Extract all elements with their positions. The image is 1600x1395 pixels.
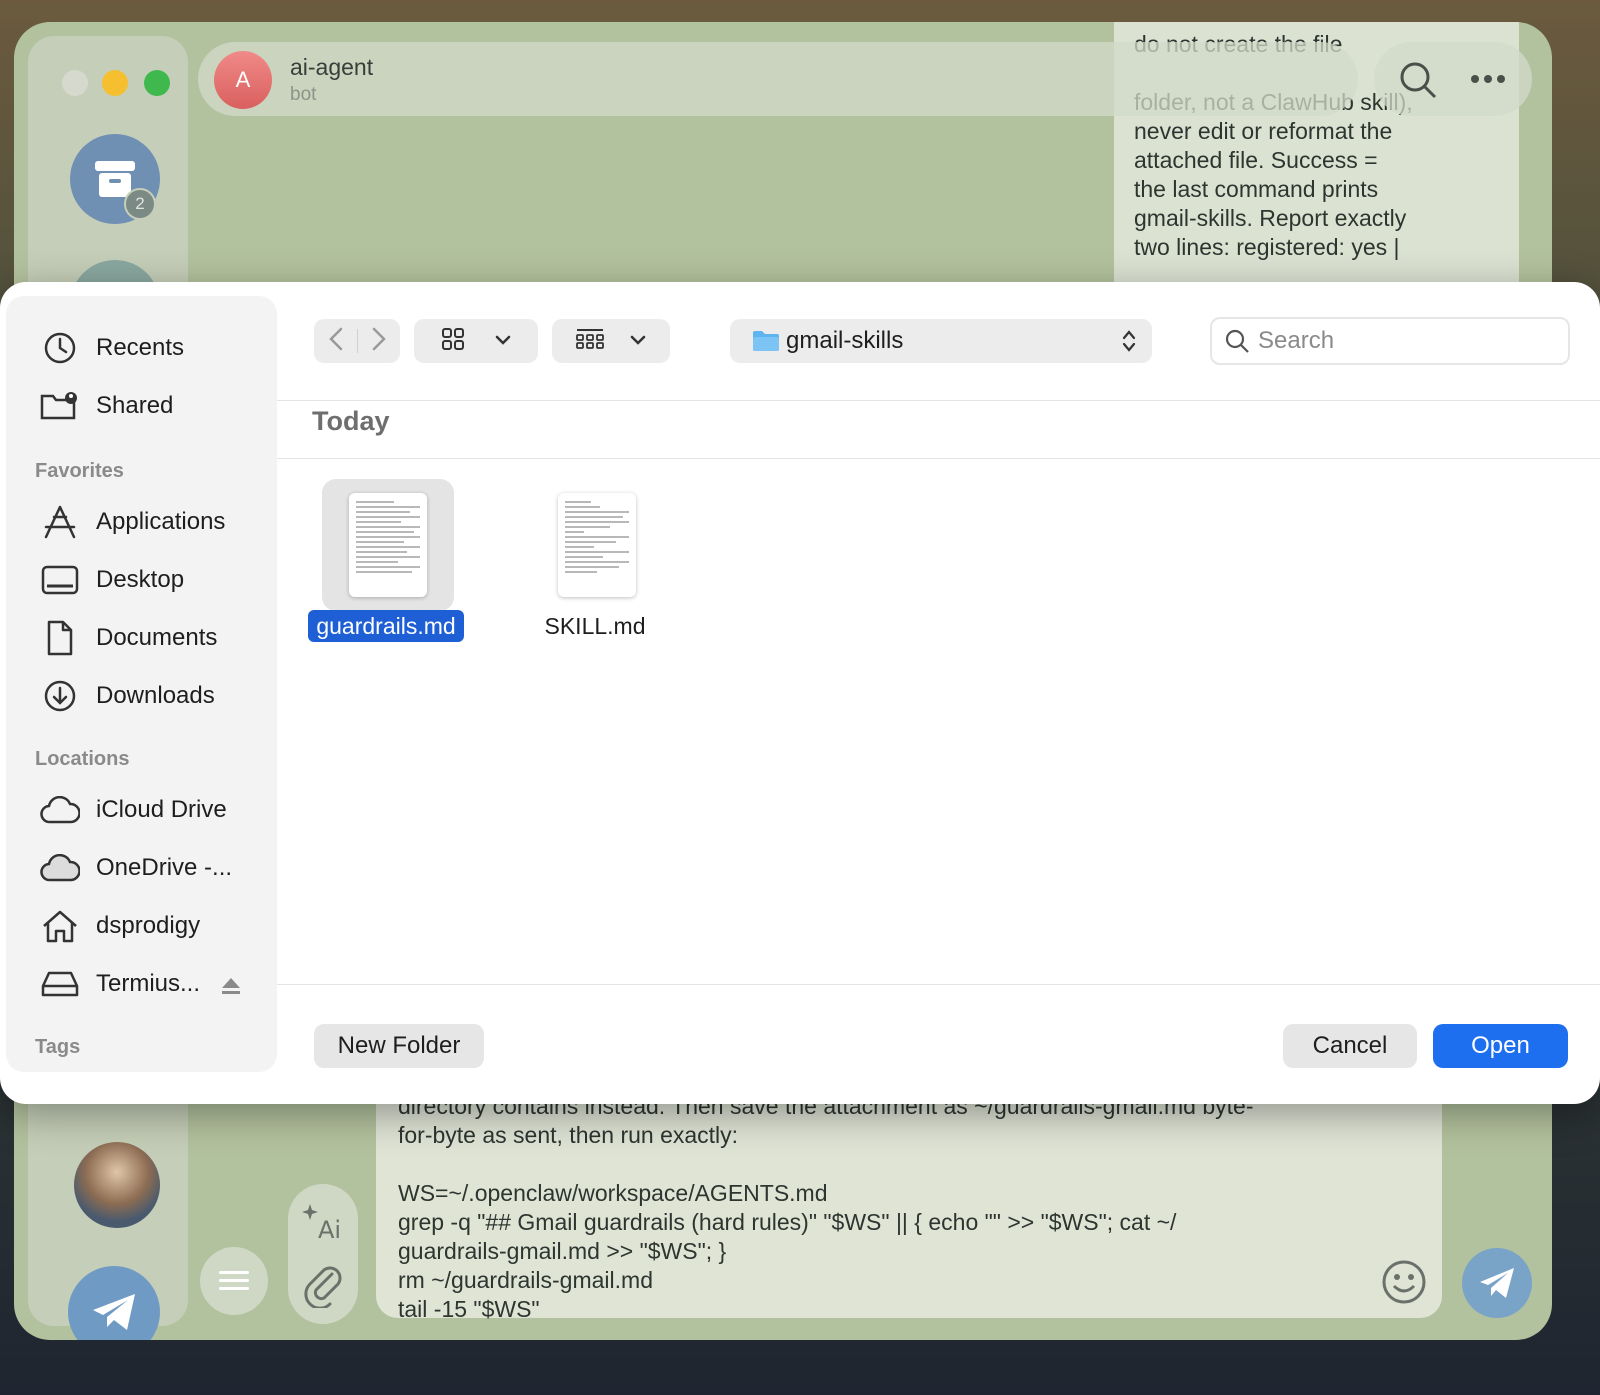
eject-icon[interactable] (221, 974, 241, 1002)
composer-tools: Ai (288, 1184, 358, 1324)
sidebar-item-label: Recents (96, 334, 185, 361)
view-mode-button[interactable] (414, 319, 538, 363)
attach-icon[interactable] (304, 1264, 344, 1313)
search-icon (1224, 328, 1250, 354)
sidebar-item-shared[interactable]: Shared (6, 378, 277, 434)
file-thumbnail (531, 479, 663, 611)
sidebar-item-applications[interactable]: Applications (6, 494, 277, 550)
sidebar-item-recents[interactable]: Recents (6, 320, 277, 376)
shared-folder-icon (40, 386, 80, 426)
chat-avatar: A (214, 51, 272, 109)
chat-title: ai-agent (290, 54, 374, 80)
markdown-file-icon (349, 493, 427, 597)
document-icon (40, 618, 80, 658)
chat-header[interactable]: A ai-agent bot (198, 42, 1358, 116)
chat-subtitle: bot (290, 84, 317, 105)
group-divider (277, 458, 1600, 459)
sidebar-item-label: Termius... (96, 970, 201, 997)
telegram-logo-icon[interactable] (68, 1266, 160, 1340)
desktop-icon (40, 560, 80, 600)
cancel-button[interactable]: Cancel (1283, 1024, 1417, 1068)
clock-icon (40, 328, 80, 368)
window-minimize-button[interactable] (102, 70, 128, 96)
current-folder-label: gmail-skills (786, 327, 904, 354)
search-placeholder: Search (1258, 327, 1335, 354)
group-by-button[interactable] (552, 319, 670, 363)
back-chevron-icon[interactable] (328, 327, 343, 356)
group-icon (576, 327, 604, 356)
home-icon (40, 906, 80, 946)
menu-icon[interactable] (200, 1247, 268, 1315)
window-maximize-button[interactable] (144, 70, 170, 96)
back-forward-buttons (314, 319, 400, 363)
forward-chevron-icon[interactable] (372, 327, 386, 356)
open-file-dialog: Recents Shared Favorites Applications De… (0, 282, 1600, 1104)
file-thumbnail (322, 479, 454, 611)
file-name: SKILL.md (544, 613, 646, 639)
archive-unread-badge: 2 (124, 188, 156, 220)
window-close-button[interactable] (62, 70, 88, 96)
file-item-skill[interactable]: SKILL.md (495, 479, 695, 659)
emoji-icon[interactable] (1380, 1258, 1428, 1311)
header-actions (1374, 42, 1532, 116)
sidebar-item-label: dsprodigy (96, 912, 201, 939)
search-icon[interactable] (1398, 60, 1438, 105)
drive-icon (40, 964, 80, 1004)
toolbar-divider (277, 400, 1600, 401)
sidebar-item-label: Applications (96, 508, 226, 535)
ai-format-icon[interactable]: Ai (302, 1202, 344, 1249)
send-button[interactable] (1462, 1248, 1532, 1318)
locations-section-title: Locations (35, 748, 130, 770)
sidebar-item-termius-volume[interactable]: Termius... (6, 956, 277, 1012)
download-icon (40, 676, 80, 716)
svg-text:Ai: Ai (318, 1216, 341, 1242)
profile-avatar[interactable] (74, 1142, 160, 1228)
sidebar-item-desktop[interactable]: Desktop (6, 552, 277, 608)
search-input[interactable]: Search (1210, 317, 1570, 365)
sidebar-item-icloud-drive[interactable]: iCloud Drive (6, 782, 277, 838)
onedrive-icon (40, 848, 80, 888)
file-item-guardrails[interactable]: guardrails.md (286, 479, 486, 659)
sidebar-item-label: OneDrive -... (96, 854, 233, 881)
more-options-icon[interactable] (1470, 72, 1506, 90)
group-title-today: Today (312, 406, 390, 436)
new-folder-button[interactable]: New Folder (314, 1024, 484, 1068)
chevron-down-icon (495, 332, 511, 350)
cloud-icon (40, 790, 80, 830)
sidebar-item-home[interactable]: dsprodigy (6, 898, 277, 954)
tags-section-title: Tags (35, 1036, 81, 1058)
open-button[interactable]: Open (1433, 1024, 1568, 1068)
dialog-sidebar: Recents Shared Favorites Applications De… (6, 296, 277, 1072)
sidebar-item-label: Documents (96, 624, 218, 651)
sidebar-item-downloads[interactable]: Downloads (6, 668, 277, 724)
updown-chevron-icon (1122, 329, 1136, 360)
sidebar-item-label: iCloud Drive (96, 796, 227, 823)
sidebar-item-documents[interactable]: Documents (6, 610, 277, 666)
markdown-file-icon (558, 493, 636, 597)
icon-view-icon (441, 327, 465, 356)
location-popup[interactable]: gmail-skills (730, 319, 1152, 363)
sidebar-item-label: Shared (96, 392, 174, 419)
applications-icon (40, 502, 80, 542)
chevron-down-icon (630, 332, 646, 350)
favorites-section-title: Favorites (35, 460, 124, 482)
footer-divider (277, 984, 1600, 985)
sidebar-item-label: Downloads (96, 682, 215, 709)
sidebar-item-label: Desktop (96, 566, 185, 593)
file-name: guardrails.md (308, 610, 464, 642)
sidebar-item-onedrive[interactable]: OneDrive -... (6, 840, 277, 896)
folder-icon (752, 330, 780, 352)
